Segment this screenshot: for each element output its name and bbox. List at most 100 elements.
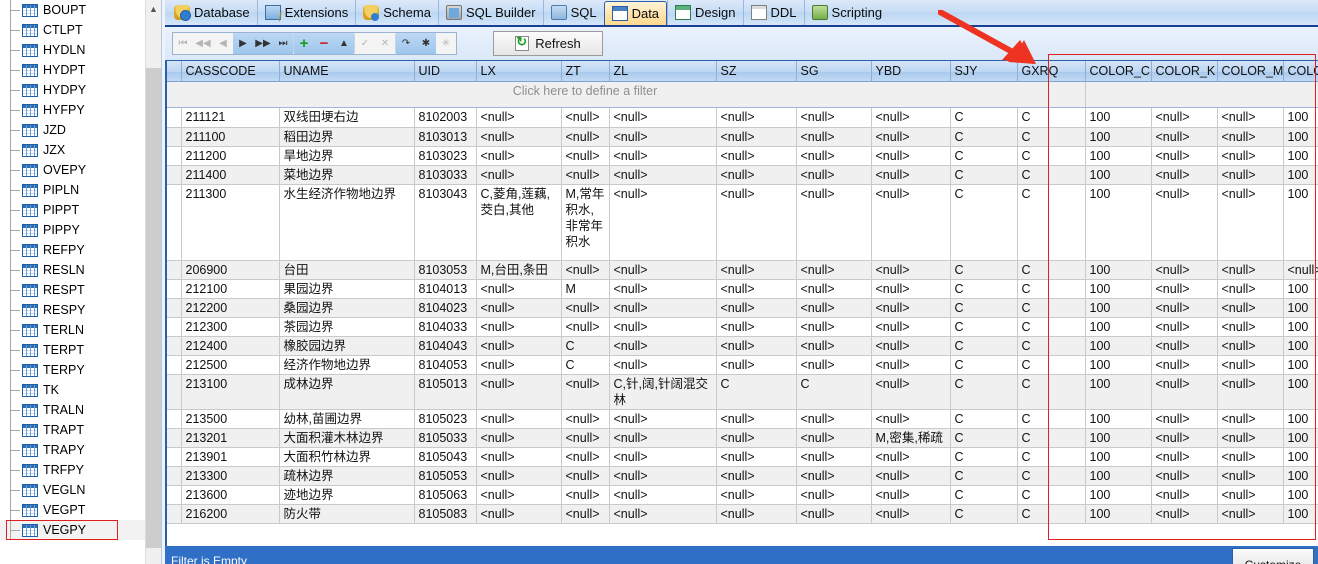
cell-color_k[interactable]: <null> xyxy=(1151,165,1217,184)
cell-sz[interactable]: <null> xyxy=(716,107,796,127)
cell-uname[interactable]: 水生经济作物地边界 xyxy=(279,184,414,260)
table-row[interactable]: null>213901大面积竹林边界8105043<null><null><nu… xyxy=(165,447,1318,466)
cell-color_y[interactable]: 100 xyxy=(1283,165,1318,184)
cell-ybd[interactable]: <null> xyxy=(871,447,950,466)
cell-sg[interactable]: <null> xyxy=(796,107,871,127)
cell-color_m[interactable]: <null> xyxy=(1217,428,1283,447)
tab-extensions[interactable]: Extensions xyxy=(257,0,356,25)
table-row[interactable]: null>213100成林边界8105013<null><null>C,针,阔,… xyxy=(165,374,1318,409)
cell-ybd[interactable]: M,密集,稀疏 xyxy=(871,428,950,447)
cell-ybd[interactable]: <null> xyxy=(871,146,950,165)
cell-color_k[interactable]: <null> xyxy=(1151,374,1217,409)
cell-sjy[interactable]: C xyxy=(950,409,1017,428)
cell-color_k[interactable]: <null> xyxy=(1151,447,1217,466)
column-header-ybd[interactable]: YBD xyxy=(871,61,950,81)
column-header-lx[interactable]: LX xyxy=(476,61,561,81)
cell-gxrq[interactable]: C xyxy=(1017,374,1085,409)
cell-casscode[interactable]: 213901 xyxy=(181,447,279,466)
cell-color_y[interactable]: <null> xyxy=(1283,260,1318,279)
cell-sg[interactable]: <null> xyxy=(796,260,871,279)
table-row[interactable]: null>213201大面积灌木林边界8105033<null><null><n… xyxy=(165,428,1318,447)
cell-uname[interactable]: 果园边界 xyxy=(279,279,414,298)
cell-color_y[interactable]: 100 xyxy=(1283,279,1318,298)
cell-color_c[interactable]: 100 xyxy=(1085,466,1151,485)
cell-casscode[interactable]: 213500 xyxy=(181,409,279,428)
cell-color_m[interactable]: <null> xyxy=(1217,409,1283,428)
cell-zt[interactable]: <null> xyxy=(561,127,609,146)
cell-ybd[interactable]: <null> xyxy=(871,317,950,336)
cell-sjy[interactable]: C xyxy=(950,260,1017,279)
cell-code[interactable]: null> xyxy=(165,485,181,504)
cell-lx[interactable]: <null> xyxy=(476,279,561,298)
cell-uid[interactable]: 8105033 xyxy=(414,428,476,447)
tree-item-respt[interactable]: RESPT xyxy=(0,280,145,300)
tree-scroll-thumb[interactable] xyxy=(146,68,162,548)
cell-color_c[interactable]: 100 xyxy=(1085,447,1151,466)
cell-color_c[interactable]: 100 xyxy=(1085,355,1151,374)
cell-color_m[interactable]: <null> xyxy=(1217,146,1283,165)
cell-code[interactable]: null> xyxy=(165,298,181,317)
cell-color_k[interactable]: <null> xyxy=(1151,184,1217,260)
cell-sg[interactable]: <null> xyxy=(796,466,871,485)
table-row[interactable]: null>216200防火带8105083<null><null><null><… xyxy=(165,504,1318,523)
cell-gxrq[interactable]: C xyxy=(1017,355,1085,374)
cell-zt[interactable]: C xyxy=(561,336,609,355)
cell-uname[interactable]: 大面积竹林边界 xyxy=(279,447,414,466)
column-header-color_y[interactable]: COLOR_Y xyxy=(1283,61,1318,81)
cell-color_c[interactable]: 100 xyxy=(1085,428,1151,447)
cell-code[interactable]: null> xyxy=(165,260,181,279)
last-record-button[interactable]: ⏭ xyxy=(273,33,293,54)
cell-zl[interactable]: <null> xyxy=(609,260,716,279)
cell-gxrq[interactable]: C xyxy=(1017,317,1085,336)
cell-uname[interactable]: 疏林边界 xyxy=(279,466,414,485)
cell-color_c[interactable]: 100 xyxy=(1085,165,1151,184)
tree-item-traln[interactable]: TRALN xyxy=(0,400,145,420)
cell-code[interactable]: null> xyxy=(165,317,181,336)
column-header-zl[interactable]: ZL xyxy=(609,61,716,81)
cell-sjy[interactable]: C xyxy=(950,184,1017,260)
cell-sjy[interactable]: C xyxy=(950,355,1017,374)
delete-record-button[interactable]: − xyxy=(314,33,334,54)
cell-uid[interactable]: 8103023 xyxy=(414,146,476,165)
cell-uname[interactable]: 成林边界 xyxy=(279,374,414,409)
cell-color_y[interactable]: 100 xyxy=(1283,374,1318,409)
tree-item-terln[interactable]: TERLN xyxy=(0,320,145,340)
cell-ybd[interactable]: <null> xyxy=(871,279,950,298)
cell-uname[interactable]: 幼林,苗圃边界 xyxy=(279,409,414,428)
cell-sjy[interactable]: C xyxy=(950,485,1017,504)
cell-sg[interactable]: <null> xyxy=(796,355,871,374)
cell-lx[interactable]: <null> xyxy=(476,355,561,374)
cell-color_k[interactable]: <null> xyxy=(1151,260,1217,279)
cell-color_y[interactable]: 100 xyxy=(1283,298,1318,317)
cell-color_y[interactable]: 100 xyxy=(1283,146,1318,165)
cell-color_y[interactable]: 100 xyxy=(1283,428,1318,447)
cell-zl[interactable]: <null> xyxy=(609,298,716,317)
cell-color_c[interactable]: 100 xyxy=(1085,409,1151,428)
cell-zt[interactable]: <null> xyxy=(561,107,609,127)
cell-ybd[interactable]: <null> xyxy=(871,107,950,127)
column-header-color_m[interactable]: COLOR_M xyxy=(1217,61,1283,81)
cell-ybd[interactable]: <null> xyxy=(871,260,950,279)
cell-sz[interactable]: C xyxy=(716,374,796,409)
cell-uid[interactable]: 8104043 xyxy=(414,336,476,355)
cell-zt[interactable]: <null> xyxy=(561,146,609,165)
tree-item-terpt[interactable]: TERPT xyxy=(0,340,145,360)
filter-hint-cell[interactable]: Click here to define a filter xyxy=(165,81,1085,107)
tree-scrollbar[interactable]: ▲ xyxy=(145,0,161,564)
cell-zl[interactable]: <null> xyxy=(609,466,716,485)
cell-zl[interactable]: <null> xyxy=(609,485,716,504)
cell-zt[interactable]: <null> xyxy=(561,466,609,485)
record-navigator[interactable]: ⏮◀◀◀▶▶▶⏭+−▲✓✕↷✱✳ xyxy=(172,32,457,55)
cell-sg[interactable]: <null> xyxy=(796,504,871,523)
cell-color_c[interactable]: 100 xyxy=(1085,317,1151,336)
cell-zt[interactable]: M xyxy=(561,279,609,298)
cell-ybd[interactable]: <null> xyxy=(871,336,950,355)
cell-color_y[interactable]: 100 xyxy=(1283,409,1318,428)
cell-sz[interactable]: <null> xyxy=(716,466,796,485)
table-row[interactable]: null>211300水生经济作物地边界8103043C,菱角,莲藕,茭白,其他… xyxy=(165,184,1318,260)
cell-zl[interactable]: <null> xyxy=(609,336,716,355)
tree-item-vegln[interactable]: VEGLN xyxy=(0,480,145,500)
cell-code[interactable]: null> xyxy=(165,146,181,165)
cell-zt[interactable]: M,常年积水,非常年积水 xyxy=(561,184,609,260)
table-row[interactable]: null>212200桑园边界8104023<null><null><null>… xyxy=(165,298,1318,317)
